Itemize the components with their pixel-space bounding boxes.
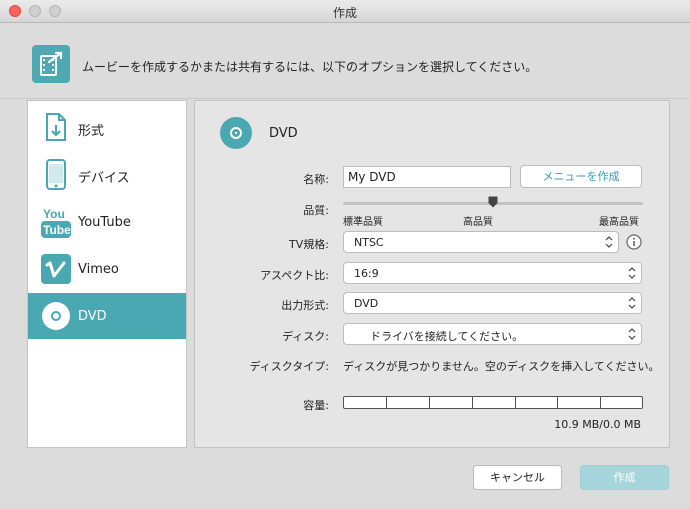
sidebar: 形式 デバイス You Tube YouTube Vimeo DVD [27, 100, 187, 448]
tv-standard-select[interactable]: NTSC [343, 231, 619, 253]
aspect-ratio-value: 16:9 [354, 267, 379, 280]
sidebar-item-dvd[interactable]: DVD [28, 293, 186, 339]
capacity-value: 10.9 MB/0.0 MB [554, 418, 641, 431]
capacity-bar [343, 396, 643, 409]
aspect-ratio-select[interactable]: 16:9 [343, 262, 642, 284]
disc-icon [220, 117, 252, 149]
create-button[interactable]: 作成 [580, 465, 669, 490]
youtube-icon: You Tube [40, 206, 72, 238]
svg-text:Tube: Tube [43, 223, 71, 237]
sidebar-item-youtube[interactable]: You Tube YouTube [28, 199, 186, 245]
capacity-tick [557, 397, 558, 408]
sidebar-item-label: デバイス [78, 171, 130, 186]
output-format-label: 出力形式: [281, 299, 329, 312]
tv-standard-value: NTSC [354, 236, 384, 249]
quality-low-label: 標準品質 [343, 217, 383, 228]
header-instruction: ムービーを作成するかまたは共有するには、以下のオプションを選択してください。 [82, 60, 538, 74]
tv-standard-label: TV規格: [289, 238, 329, 251]
stepper-arrows-icon [628, 328, 636, 340]
stepper-arrows-icon [605, 236, 613, 248]
create-menu-button[interactable]: メニューを作成 [520, 165, 642, 188]
sidebar-item-label: Vimeo [78, 262, 119, 277]
capacity-tick [600, 397, 601, 408]
sidebar-item-label: DVD [78, 309, 107, 324]
disc-type-label: ディスクタイプ: [249, 360, 330, 373]
name-input[interactable] [343, 166, 511, 188]
disc-select[interactable]: ドライバを接続してください。 [343, 323, 642, 345]
capacity-tick [429, 397, 430, 408]
header-divider [0, 98, 690, 99]
disc-value: ドライバを接続してください。 [370, 330, 524, 343]
disc-type-value: ディスクが見つかりません。空のディスクを挿入してください。 [343, 360, 660, 373]
vimeo-icon [40, 253, 72, 285]
sidebar-item-label: 形式 [78, 124, 105, 139]
stepper-arrows-icon [628, 297, 636, 309]
quality-label: 品質: [303, 204, 329, 217]
capacity-tick [386, 397, 387, 408]
title-bar: 作成 [0, 0, 690, 23]
capacity-tick [515, 397, 516, 408]
quality-slider-thumb[interactable] [488, 196, 498, 208]
quality-mid-label: 高品質 [463, 217, 493, 228]
disc-label: ディスク: [282, 330, 329, 343]
sidebar-item-label: YouTube [78, 215, 131, 230]
capacity-tick [472, 397, 473, 408]
disc-icon [40, 300, 72, 332]
aspect-ratio-label: アスペクト比: [260, 269, 329, 282]
sidebar-item-vimeo[interactable]: Vimeo [28, 246, 186, 292]
quality-high-label: 最高品質 [599, 217, 639, 228]
output-format-select[interactable]: DVD [343, 292, 642, 314]
phone-icon [40, 158, 72, 190]
info-icon[interactable] [626, 234, 642, 250]
dvd-settings-panel: DVD 名称: メニューを作成 品質: 標準品質 高品質 最高品質 TV規格: … [194, 100, 670, 448]
sidebar-item-device[interactable]: デバイス [28, 151, 186, 197]
svg-text:You: You [43, 207, 65, 221]
stepper-arrows-icon [628, 267, 636, 279]
capacity-label: 容量: [303, 399, 329, 412]
sidebar-item-format[interactable]: 形式 [28, 104, 186, 150]
output-format-value: DVD [354, 297, 379, 310]
file-download-icon [40, 111, 72, 143]
film-share-icon [32, 45, 70, 83]
cancel-button[interactable]: キャンセル [473, 465, 562, 490]
name-label: 名称: [303, 173, 329, 186]
panel-title: DVD [269, 126, 298, 141]
window-title: 作成 [332, 6, 357, 20]
